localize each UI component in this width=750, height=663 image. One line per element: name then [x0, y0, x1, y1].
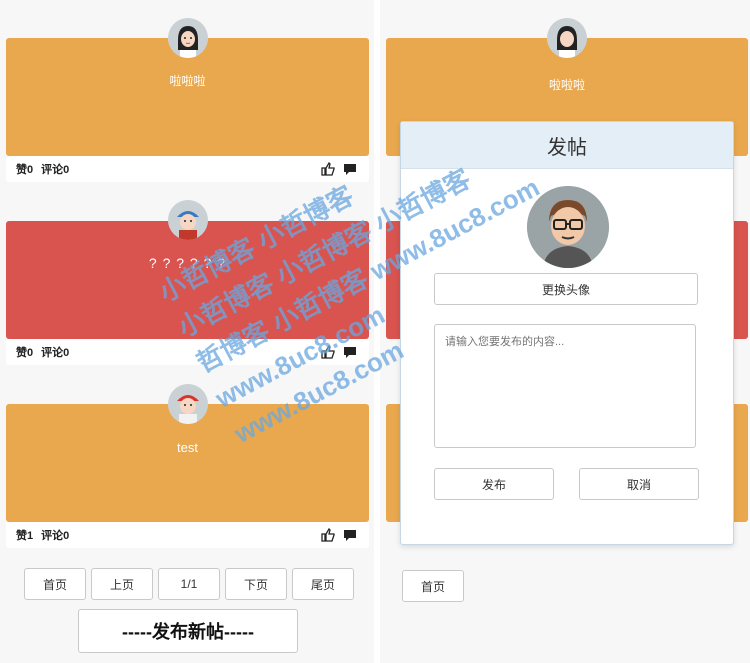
post-card: ? ? ? ? ? ? 赞0 评论0 [6, 221, 369, 365]
post-footer: 赞0 评论0 [6, 339, 369, 365]
publish-new-post-button[interactable]: -----发布新帖----- [78, 609, 298, 653]
like-count: 赞1 [16, 530, 34, 542]
comment-count: 评论0 [41, 530, 70, 542]
modal-title: 发帖 [401, 122, 733, 169]
post-text: 啦啦啦 [169, 74, 206, 88]
girl-avatar-icon [168, 18, 208, 58]
page-indicator[interactable]: 1/1 [158, 568, 220, 600]
like-count: 赞0 [16, 347, 34, 359]
like-count: 赞0 [16, 164, 34, 176]
divider [374, 0, 380, 663]
post-text: 啦啦啦 [548, 78, 585, 92]
comment-count: 评论0 [41, 164, 70, 176]
pagination: 首页 上页 1/1 下页 尾页 [24, 568, 354, 600]
prev-page-button[interactable]: 上页 [91, 568, 153, 600]
comment-icon[interactable] [343, 528, 357, 542]
first-page-button-behind[interactable]: 首页 [402, 570, 464, 602]
man-glasses-avatar-icon [527, 186, 609, 268]
post-text: ? ? ? ? ? ? [148, 255, 227, 271]
post-card: 啦啦啦 赞0 评论0 [6, 38, 369, 182]
first-page-button[interactable]: 首页 [24, 568, 86, 600]
comment-count: 评论0 [41, 347, 70, 359]
comment-icon[interactable] [343, 162, 357, 176]
submit-post-button[interactable]: 发布 [434, 468, 554, 500]
last-page-button[interactable]: 尾页 [292, 568, 354, 600]
comment-icon[interactable] [343, 345, 357, 359]
thumbs-up-icon[interactable] [321, 528, 335, 542]
girl-avatar-icon [547, 18, 587, 58]
boy-cap-avatar-icon [168, 200, 208, 240]
thumbs-up-icon[interactable] [321, 162, 335, 176]
new-post-modal: 发帖 更换头像 发布 取消 [400, 121, 734, 545]
thumbs-up-icon[interactable] [321, 345, 335, 359]
post-text: test [177, 440, 198, 455]
post-footer: 赞1 评论0 [6, 522, 369, 548]
post-footer: 赞0 评论0 [6, 156, 369, 182]
boy-redcap-avatar-icon [168, 384, 208, 424]
post-content-input[interactable] [434, 324, 696, 448]
next-page-button[interactable]: 下页 [225, 568, 287, 600]
post-card: test 赞1 评论0 [6, 404, 369, 548]
change-avatar-button[interactable]: 更换头像 [434, 273, 698, 305]
cancel-button[interactable]: 取消 [579, 468, 699, 500]
